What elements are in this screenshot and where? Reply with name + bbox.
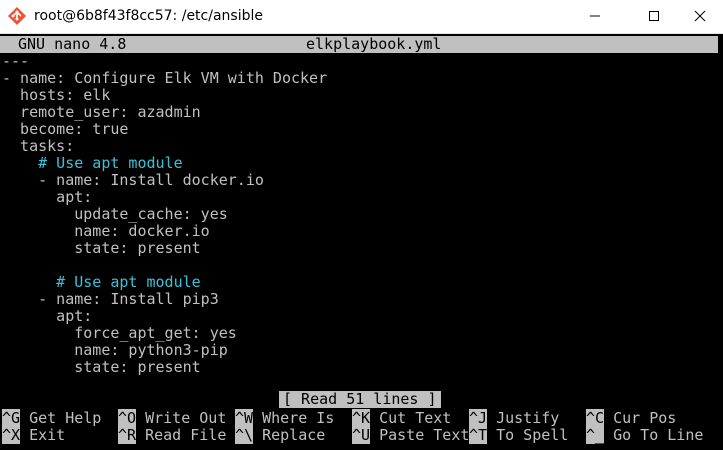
code-text: state: present: [2, 358, 201, 376]
code-text: apt:: [2, 307, 93, 325]
editor-line[interactable]: apt:: [0, 189, 723, 206]
shortcut-item[interactable]: ^\ Replace: [235, 426, 326, 444]
shortcut-item[interactable]: ^U Paste Text: [352, 426, 470, 444]
code-text: - name: Install pip3: [2, 290, 219, 308]
editor-line[interactable]: state: present: [0, 240, 723, 257]
editor-line[interactable]: - name: Install docker.io: [0, 172, 723, 189]
shortcut-key: ^G: [2, 409, 21, 427]
code-text: apt:: [2, 188, 93, 206]
editor-line[interactable]: hosts: elk: [0, 87, 723, 104]
code-text: hosts: elk: [2, 86, 111, 104]
shortcut-label: To Spell: [487, 426, 569, 444]
code-text: - name: Configure Elk VM with Docker: [2, 69, 328, 87]
comment-text: # Use apt module: [2, 273, 201, 291]
terminal-window: root@6b8f43f8cc57: /etc/ansible GNU nano…: [0, 0, 723, 450]
code-text: - name: Install docker.io: [2, 171, 264, 189]
shortcut-key: ^_: [586, 426, 605, 444]
shortcut-item[interactable]: ^K Cut Text: [352, 409, 452, 427]
code-text: remote_user: azadmin: [2, 103, 201, 121]
editor-line[interactable]: name: docker.io: [0, 223, 723, 240]
shortcut-item[interactable]: ^T To Spell: [469, 426, 569, 444]
shortcut-item[interactable]: ^X Exit: [2, 426, 66, 444]
shortcut-label: Get Help: [20, 409, 102, 427]
shortcut-label: Write Out: [136, 409, 227, 427]
shortcut-item[interactable]: ^O Write Out: [118, 409, 227, 427]
code-text: become: true: [2, 120, 129, 138]
minimize-button[interactable]: [572, 0, 618, 32]
shortcut-label: Cur Pos: [604, 409, 677, 427]
maximize-button[interactable]: [631, 0, 677, 32]
shortcut-key: ^C: [586, 409, 605, 427]
shortcut-item[interactable]: ^W Where Is: [235, 409, 335, 427]
shortcut-item[interactable]: ^R Read File: [118, 426, 227, 444]
shortcut-label: Cut Text: [370, 409, 452, 427]
maximize-icon: [649, 11, 659, 21]
close-icon: [694, 10, 706, 22]
editor-line[interactable]: state: present: [0, 359, 723, 376]
editor-line[interactable]: name: python3-pip: [0, 342, 723, 359]
shortcut-label: Go To Line: [604, 426, 704, 444]
shortcut-item[interactable]: ^C Cur Pos: [586, 409, 677, 427]
shortcut-item[interactable]: ^J Justify: [469, 409, 560, 427]
nano-header-bar: GNU nano 4.8 elkplaybook.yml: [0, 36, 718, 53]
shortcut-key: ^O: [118, 409, 137, 427]
status-line: [ Read 51 lines ]: [0, 391, 723, 408]
nano-version: GNU nano 4.8: [18, 35, 127, 53]
shortcut-label: Replace: [253, 426, 326, 444]
shortcut-key: ^T: [469, 426, 488, 444]
minimize-icon: [590, 15, 600, 17]
close-button[interactable]: [677, 0, 723, 32]
shortcut-item[interactable]: ^_ Go To Line: [586, 426, 704, 444]
shortcut-label: Exit: [20, 426, 66, 444]
status-message: [ Read 51 lines ]: [279, 391, 441, 408]
editor-line[interactable]: [0, 257, 723, 274]
editor-line[interactable]: remote_user: azadmin: [0, 104, 723, 121]
editor-line[interactable]: # Use apt module: [0, 155, 723, 172]
shortcut-key: ^W: [235, 409, 254, 427]
editor-line[interactable]: - name: Configure Elk VM with Docker: [0, 70, 723, 87]
shortcut-key: ^X: [2, 426, 21, 444]
editor-line[interactable]: apt:: [0, 308, 723, 325]
code-text: update_cache: yes: [2, 205, 228, 223]
shortcut-label: Justify: [487, 409, 560, 427]
git-bash-icon: [8, 7, 26, 25]
comment-text: # Use apt module: [2, 154, 183, 172]
editor-line[interactable]: - name: Install pip3: [0, 291, 723, 308]
shortcut-key: ^J: [469, 409, 488, 427]
editor-line[interactable]: # Use apt module: [0, 274, 723, 291]
shortcut-label: Read File: [136, 426, 227, 444]
terminal-area[interactable]: GNU nano 4.8 elkplaybook.yml --- - name: …: [0, 34, 723, 450]
code-text: tasks:: [2, 137, 75, 155]
editor-line[interactable]: tasks:: [0, 138, 723, 155]
shortcut-key: ^K: [352, 409, 371, 427]
shortcut-label: Paste Text: [370, 426, 470, 444]
shortcut-key: ^U: [352, 426, 371, 444]
shortcut-key: ^R: [118, 426, 137, 444]
code-text: ---: [2, 52, 30, 70]
code-text: state: present: [2, 239, 201, 257]
code-text: name: docker.io: [2, 222, 210, 240]
shortcut-key: ^\: [235, 426, 254, 444]
shortcut-item[interactable]: ^G Get Help: [2, 409, 102, 427]
editor-line[interactable]: force_apt_get: yes: [0, 325, 723, 342]
editor-line[interactable]: become: true: [0, 121, 723, 138]
window-title: root@6b8f43f8cc57: /etc/ansible: [34, 8, 263, 24]
code-text: name: python3-pip: [2, 341, 228, 359]
file-name: elkplaybook.yml: [306, 35, 442, 53]
code-text: force_apt_get: yes: [2, 324, 237, 342]
title-bar[interactable]: root@6b8f43f8cc57: /etc/ansible: [0, 0, 723, 34]
editor-line[interactable]: ---: [0, 53, 723, 70]
shortcut-label: Where Is: [253, 409, 335, 427]
editor-line[interactable]: update_cache: yes: [0, 206, 723, 223]
